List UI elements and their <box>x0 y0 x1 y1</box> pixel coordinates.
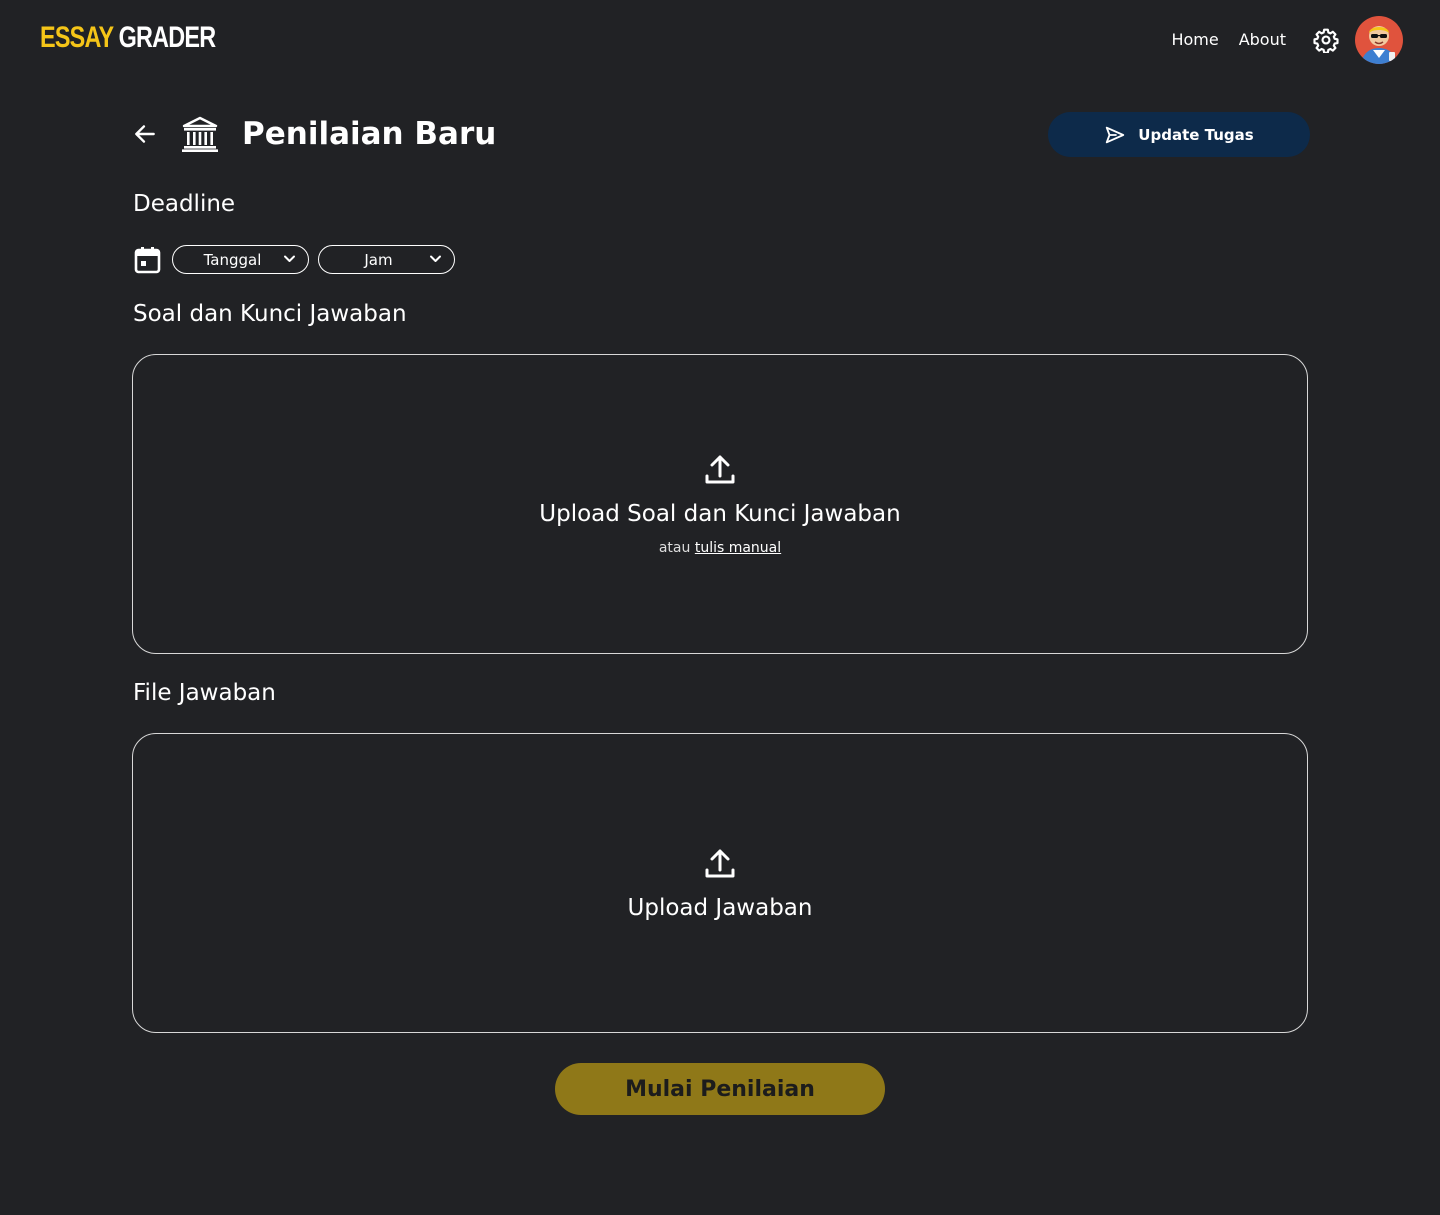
questions-section-label: Soal dan Kunci Jawaban <box>133 301 407 327</box>
upload-icon <box>705 849 735 878</box>
logo-text-essay: ESSAY <box>40 21 114 54</box>
chevron-down-icon <box>284 255 295 262</box>
questions-upload-dropzone[interactable]: Upload Soal dan Kunci Jawaban atau tulis… <box>132 354 1308 654</box>
calendar-icon <box>134 246 161 274</box>
arrow-left-icon <box>135 125 155 143</box>
write-manual-link[interactable]: tulis manual <box>695 540 781 556</box>
questions-upload-alt: atau tulis manual <box>659 538 781 558</box>
back-button[interactable] <box>132 121 158 147</box>
answers-section-label: File Jawaban <box>133 680 276 706</box>
time-select[interactable]: Jam <box>318 245 455 274</box>
answers-upload-dropzone[interactable]: Upload Jawaban <box>132 733 1308 1033</box>
send-icon <box>1106 126 1125 143</box>
questions-upload-title: Upload Soal dan Kunci Jawaban <box>539 501 901 527</box>
start-grading-button[interactable]: Mulai Penilaian <box>555 1063 885 1115</box>
user-avatar[interactable] <box>1355 16 1403 64</box>
gear-icon <box>1313 28 1339 54</box>
institution-icon <box>181 116 219 152</box>
deadline-label: Deadline <box>133 191 236 217</box>
nav-link-about[interactable]: About <box>1239 28 1286 52</box>
avatar-image <box>1355 16 1403 64</box>
nav-link-home[interactable]: Home <box>1171 28 1218 52</box>
top-navbar: ESSAY GRADER Home About <box>0 0 1440 80</box>
logo-text-grader: GRADER <box>118 21 217 54</box>
chevron-down-icon <box>430 255 441 262</box>
nav-links: Home About <box>1171 28 1286 52</box>
answers-upload-title: Upload Jawaban <box>627 895 813 921</box>
update-tugas-label: Update Tugas <box>1138 125 1254 144</box>
alt-prefix-text: atau <box>658 540 691 556</box>
app-logo[interactable]: ESSAY GRADER <box>40 20 217 56</box>
settings-button[interactable] <box>1313 27 1339 54</box>
update-tugas-button[interactable]: Update Tugas <box>1048 112 1310 157</box>
page-title: Penilaian Baru <box>242 116 497 152</box>
upload-icon <box>705 455 735 484</box>
date-select[interactable]: Tanggal <box>172 245 309 274</box>
